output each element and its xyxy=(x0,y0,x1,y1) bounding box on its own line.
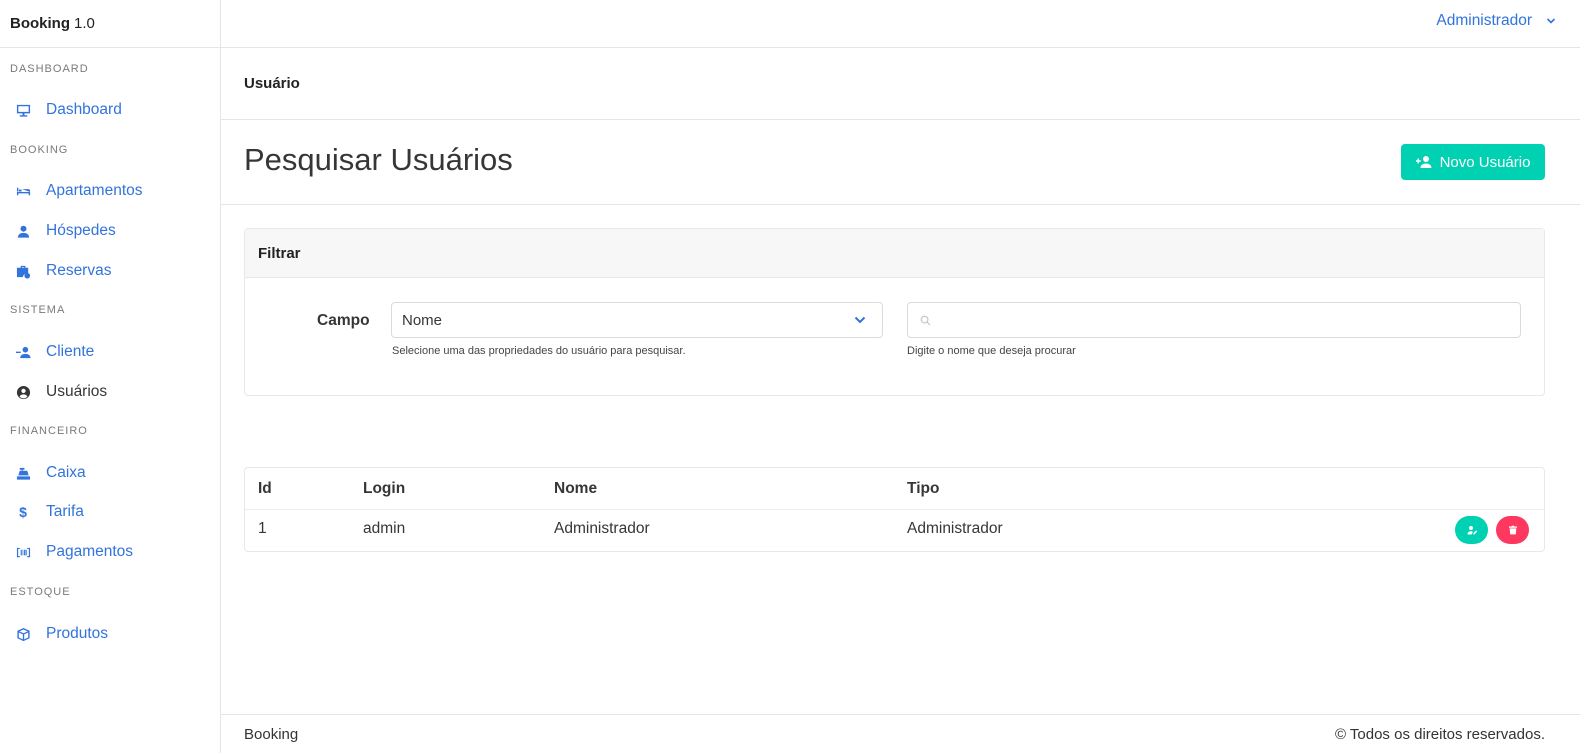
sidebar-item-apartamentos[interactable]: Apartamentos xyxy=(0,176,220,206)
search-field[interactable] xyxy=(907,302,1521,338)
field-select[interactable]: Nome xyxy=(391,302,883,338)
sidebar-item-usuarios[interactable]: Usuários xyxy=(0,377,220,407)
edit-user-button[interactable] xyxy=(1455,516,1488,544)
bed-icon xyxy=(14,182,32,200)
users-table: Id Login Nome Tipo 1 admin Administrador… xyxy=(244,467,1545,552)
user-name: Administrador xyxy=(1436,12,1532,29)
sidebar-item-label: Caixa xyxy=(46,464,86,481)
sidebar: Booking 1.0 DASHBOARD Dashboard BOOKING … xyxy=(0,0,221,753)
column-header-tipo: Tipo xyxy=(907,480,940,497)
user-edit-icon xyxy=(1467,526,1477,535)
user-plus-icon xyxy=(14,343,32,361)
new-user-button[interactable]: Novo Usuário xyxy=(1401,144,1545,180)
monitor-icon xyxy=(14,101,32,119)
sidebar-item-label: Cliente xyxy=(46,343,95,360)
sidebar-item-label: Usuários xyxy=(46,383,108,400)
section-label-booking: BOOKING xyxy=(10,144,69,156)
search-input[interactable] xyxy=(938,303,1508,337)
user-icon xyxy=(14,222,32,240)
filter-card: Filtrar Campo Nome Selecione uma das pro… xyxy=(244,228,1545,396)
cell-tipo: Administrador xyxy=(907,520,1003,537)
sidebar-item-label: Produtos xyxy=(46,625,109,642)
column-header-login: Login xyxy=(363,480,406,497)
sidebar-item-label: Dashboard xyxy=(46,101,122,118)
brand-name: Booking xyxy=(10,15,70,32)
chevron-down-icon xyxy=(854,316,866,324)
sidebar-item-label: Pagamentos xyxy=(46,543,134,560)
section-label-sistema: SISTEMA xyxy=(10,304,66,316)
user-menu[interactable]: Administrador xyxy=(1436,12,1556,30)
field-label: Campo xyxy=(317,312,370,329)
user-circle-icon xyxy=(14,383,32,401)
field-select-value: Nome xyxy=(402,311,443,329)
sidebar-item-label: Apartamentos xyxy=(46,182,143,199)
section-label-financeiro: FINANCEIRO xyxy=(10,425,88,437)
breadcrumb: Usuário xyxy=(221,48,1580,120)
sidebar-item-cliente[interactable]: Cliente xyxy=(0,337,220,367)
search-icon xyxy=(920,315,931,326)
search-help: Digite o nome que deseja procurar xyxy=(907,345,1076,357)
filter-card-title: Filtrar xyxy=(245,229,1544,278)
sidebar-item-label: Tarifa xyxy=(46,503,84,520)
footer-brand: Booking xyxy=(244,726,299,743)
cell-id: 1 xyxy=(258,520,267,537)
footer: Booking © Todos os direitos reservados. xyxy=(221,714,1580,753)
page-title: Pesquisar Usuários xyxy=(244,142,513,177)
footer-copyright: © Todos os direitos reservados. xyxy=(1334,726,1545,743)
trash-icon xyxy=(1508,525,1517,535)
cash-register-icon xyxy=(14,464,32,482)
sidebar-item-label: Hóspedes xyxy=(46,222,116,239)
sidebar-item-reservas[interactable]: Reservas xyxy=(0,256,220,286)
sidebar-item-tarifa[interactable]: $ Tarifa xyxy=(0,497,220,527)
section-label-estoque: ESTOQUE xyxy=(10,586,71,598)
sidebar-item-produtos[interactable]: Produtos xyxy=(0,619,220,649)
new-user-label: Novo Usuário xyxy=(1439,153,1531,171)
row-divider xyxy=(245,509,1544,510)
chevron-down-icon xyxy=(1546,18,1556,24)
suitcase-clock-icon xyxy=(14,262,32,280)
delete-user-button[interactable] xyxy=(1496,516,1529,544)
topbar: Administrador xyxy=(221,0,1580,48)
box-icon xyxy=(14,625,32,643)
sidebar-item-caixa[interactable]: Caixa xyxy=(0,458,220,488)
breadcrumb-item[interactable]: Usuário xyxy=(244,75,300,92)
brand[interactable]: Booking 1.0 xyxy=(0,0,220,48)
cell-nome: Administrador xyxy=(554,520,650,537)
sidebar-item-label: Reservas xyxy=(46,262,112,279)
sidebar-item-hospedes[interactable]: Hóspedes xyxy=(0,216,220,246)
user-plus-icon xyxy=(1415,156,1432,168)
brand-version: 1.0 xyxy=(74,15,95,32)
barcode-icon xyxy=(14,543,32,561)
sidebar-item-dashboard[interactable]: Dashboard xyxy=(0,95,220,125)
sidebar-item-pagamentos[interactable]: Pagamentos xyxy=(0,537,220,567)
cell-login: admin xyxy=(363,520,406,537)
column-header-nome: Nome xyxy=(554,480,598,497)
column-header-id: Id xyxy=(258,480,272,497)
dollar-icon: $ xyxy=(19,504,27,520)
field-select-help: Selecione uma das propriedades do usuári… xyxy=(392,345,686,357)
page-header: Pesquisar Usuários Novo Usuário xyxy=(221,120,1580,205)
section-label-dashboard: DASHBOARD xyxy=(10,63,89,75)
